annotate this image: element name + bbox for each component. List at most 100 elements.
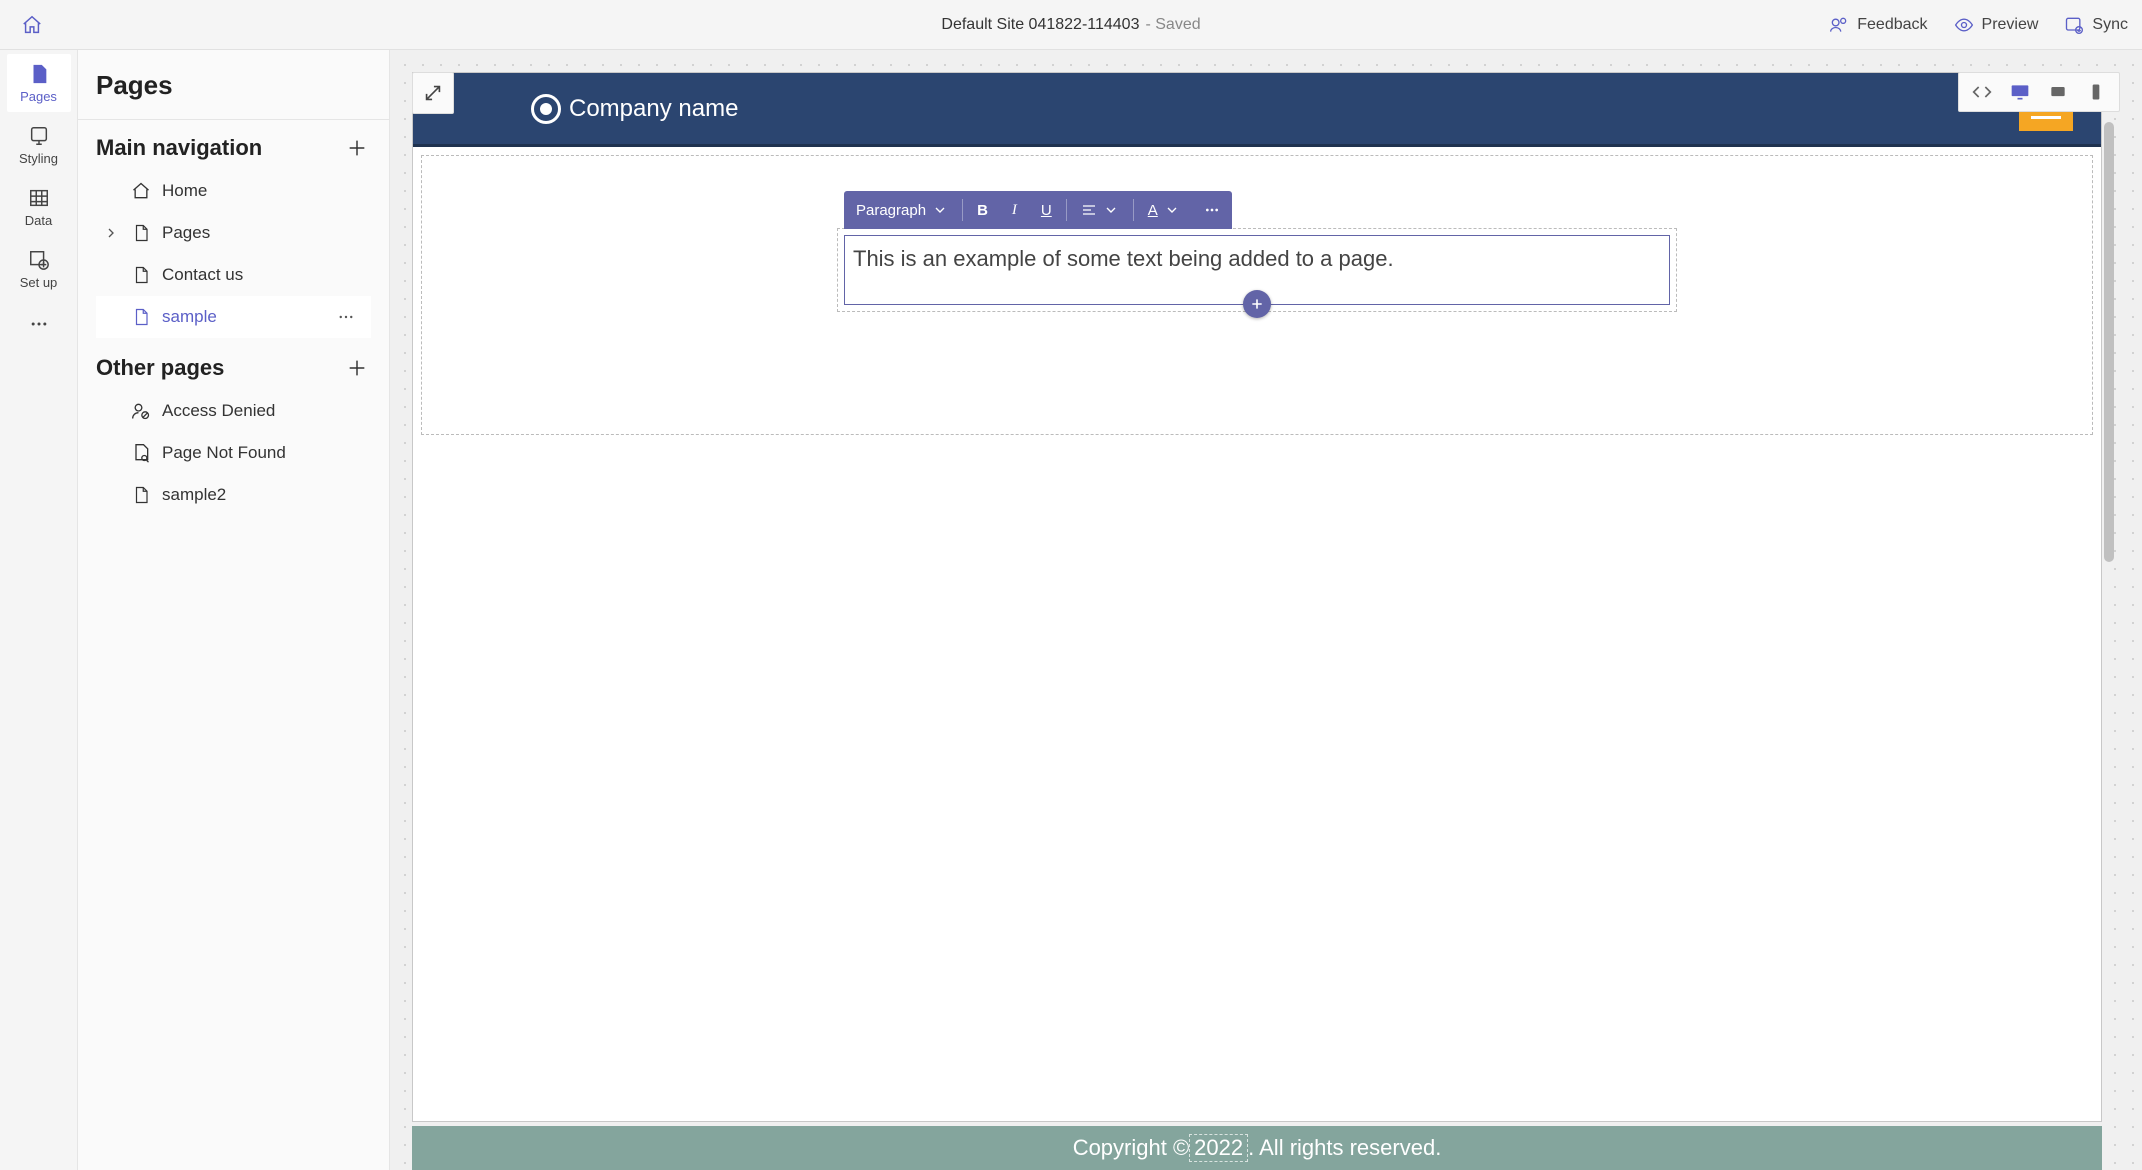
rail-data-label: Data [25, 213, 52, 228]
plus-icon [1249, 296, 1265, 312]
design-canvas[interactable]: Company name Paragraph B I U [390, 50, 2142, 1170]
preview-button[interactable]: Preview [1954, 15, 2039, 35]
mobile-view-button[interactable] [2079, 77, 2113, 107]
other-pages-heading: Other pages [96, 355, 224, 381]
bold-button[interactable]: B [965, 191, 1000, 229]
user-denied-icon [130, 400, 152, 422]
other-item-label: Page Not Found [162, 443, 286, 463]
page-body-region[interactable]: Paragraph B I U [421, 155, 2093, 435]
nav-item-sample[interactable]: sample [96, 296, 371, 338]
home-button[interactable] [14, 7, 50, 43]
footer-prefix: Copyright © [1073, 1135, 1189, 1161]
styling-icon [28, 125, 50, 147]
code-view-button[interactable] [1965, 77, 1999, 107]
rail-styling-label: Styling [19, 151, 58, 166]
site-title: Default Site 041822-114403 [941, 16, 1139, 34]
rail-setup-label: Set up [20, 275, 58, 290]
other-item-label: Access Denied [162, 401, 275, 421]
toolbar-more-button[interactable] [1192, 191, 1232, 229]
page-icon [130, 264, 152, 286]
canvas-scrollbar[interactable] [2104, 72, 2114, 1170]
desktop-icon [2010, 82, 2030, 102]
viewport-toolbar [1958, 72, 2120, 112]
nav-item-label: Contact us [162, 265, 243, 285]
underline-button[interactable]: U [1029, 191, 1064, 229]
mobile-icon [2086, 82, 2106, 102]
app-topbar: Default Site 041822-114403 - Saved Feedb… [0, 0, 2142, 50]
italic-button[interactable]: I [1000, 191, 1029, 229]
align-dropdown[interactable] [1069, 191, 1131, 229]
text-editor[interactable]: This is an example of some text being ad… [844, 235, 1670, 305]
add-main-nav-page-button[interactable] [343, 134, 371, 162]
save-status: - Saved [1145, 16, 1200, 34]
setup-icon [28, 249, 50, 271]
preview-icon [1954, 15, 1974, 35]
feedback-icon [1829, 15, 1849, 35]
nav-item-label: Home [162, 181, 207, 201]
home-icon [21, 14, 43, 36]
data-icon [28, 187, 50, 209]
rail-styling[interactable]: Styling [7, 116, 71, 174]
page-icon [130, 484, 152, 506]
footer-year[interactable]: 2022 [1189, 1134, 1248, 1162]
other-item-sample2[interactable]: sample2 [96, 474, 371, 516]
pages-panel: Pages Main navigation Home [78, 50, 390, 1170]
preview-label: Preview [1982, 16, 2039, 34]
rail-setup[interactable]: Set up [7, 240, 71, 298]
site-footer: Copyright © 2022 . All rights reserved. [412, 1126, 2102, 1170]
page-preview-frame: Company name Paragraph B I U [412, 72, 2102, 1122]
feedback-label: Feedback [1857, 16, 1927, 34]
other-item-label: sample2 [162, 485, 226, 505]
desktop-view-button[interactable] [2003, 77, 2037, 107]
chevron-right-icon[interactable] [100, 222, 122, 244]
plus-icon [346, 357, 368, 379]
rich-text-toolbar: Paragraph B I U [844, 191, 1232, 229]
rail-data[interactable]: Data [7, 178, 71, 236]
page-search-icon [130, 442, 152, 464]
ellipsis-icon [337, 308, 355, 326]
left-rail: Pages Styling Data Set up [0, 50, 78, 1170]
nav-item-contact[interactable]: Contact us [96, 254, 371, 296]
other-item-access-denied[interactable]: Access Denied [96, 390, 371, 432]
code-icon [1972, 82, 1992, 102]
page-icon [130, 306, 152, 328]
page-icon [130, 222, 152, 244]
ellipsis-icon [1204, 202, 1220, 218]
rail-pages-label: Pages [20, 89, 57, 104]
rail-pages[interactable]: Pages [7, 54, 71, 112]
canvas-resize-handle[interactable] [412, 72, 454, 114]
scrollbar-thumb[interactable] [2104, 122, 2114, 562]
body-text: This is an example of some text being ad… [853, 246, 1394, 271]
rail-more[interactable] [7, 304, 71, 344]
pages-icon [28, 63, 50, 85]
topbar-actions: Feedback Preview Sync [1829, 15, 2128, 35]
nav-item-label: sample [162, 307, 217, 327]
company-name: Company name [569, 95, 738, 123]
tablet-view-button[interactable] [2041, 77, 2075, 107]
add-other-page-button[interactable] [343, 354, 371, 382]
other-item-not-found[interactable]: Page Not Found [96, 432, 371, 474]
sync-icon [2064, 15, 2084, 35]
resize-icon [422, 82, 444, 104]
add-component-button[interactable] [1243, 290, 1271, 318]
format-style-label: Paragraph [856, 202, 926, 219]
site-header: Company name [413, 73, 2101, 147]
font-format-dropdown[interactable]: A [1136, 191, 1192, 229]
main-nav-heading: Main navigation [96, 135, 262, 161]
feedback-button[interactable]: Feedback [1829, 15, 1927, 35]
nav-item-label: Pages [162, 223, 210, 243]
sync-button[interactable]: Sync [2064, 15, 2128, 35]
content-section[interactable]: Paragraph B I U [837, 228, 1677, 312]
plus-icon [346, 137, 368, 159]
footer-suffix: . All rights reserved. [1248, 1135, 1441, 1161]
chevron-down-icon [932, 202, 948, 218]
site-title-wrap: Default Site 041822-114403 - Saved [941, 16, 1200, 34]
format-style-dropdown[interactable]: Paragraph [844, 191, 960, 229]
chevron-down-icon [1164, 202, 1180, 218]
nav-item-home[interactable]: Home [96, 170, 371, 212]
panel-title: Pages [78, 50, 389, 120]
item-more-button[interactable] [331, 302, 361, 332]
other-pages-section: Other pages Access Denied Page Not Found [78, 340, 389, 518]
company-logo-icon [531, 94, 561, 124]
nav-item-pages[interactable]: Pages [96, 212, 371, 254]
